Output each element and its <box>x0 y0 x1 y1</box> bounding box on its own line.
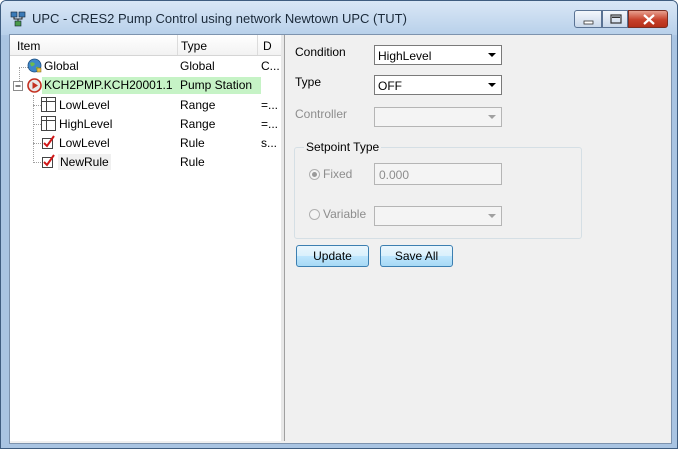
controller-dropdown[interactable] <box>374 107 502 127</box>
tree-type-label: Pump Station <box>176 77 261 94</box>
panel-splitter[interactable] <box>281 35 285 441</box>
setpoint-type-title: Setpoint Type <box>304 140 382 154</box>
tree-row-pump-station[interactable]: KCH2PMP.KCH20001.1 Pump Station <box>10 77 281 96</box>
app-window: UPC - CRES2 Pump Control using network N… <box>0 0 678 449</box>
variable-dropdown[interactable] <box>374 206 502 226</box>
dropdown-arrow-icon <box>488 115 496 119</box>
tree-detail-label: =... <box>261 98 279 112</box>
minimize-button[interactable] <box>574 10 602 28</box>
tree-detail-label: s... <box>261 136 278 150</box>
column-header-item[interactable]: Item <box>17 39 40 53</box>
column-separator[interactable] <box>257 35 258 55</box>
range-table-icon <box>41 116 56 131</box>
tree-item-label: HighLevel <box>59 117 113 131</box>
title-bar[interactable]: UPC - CRES2 Pump Control using network N… <box>1 1 677 35</box>
fixed-radio[interactable] <box>309 169 320 180</box>
tree-row-global[interactable]: Global Global C... <box>10 57 281 76</box>
pump-station-icon <box>27 78 42 93</box>
maximize-button[interactable] <box>602 10 628 28</box>
tree-item-label: LowLevel <box>59 98 110 112</box>
update-button[interactable]: Update <box>296 245 369 267</box>
variable-label: Variable <box>323 207 367 221</box>
save-all-button[interactable]: Save All <box>380 245 453 267</box>
network-app-icon <box>10 11 26 27</box>
tree-type-label: Global <box>180 59 215 73</box>
tree-type-label: Range <box>180 117 216 131</box>
radio-selected-dot <box>312 172 317 177</box>
fixed-value-input[interactable]: 0.000 <box>374 163 502 185</box>
fixed-value: 0.000 <box>379 168 410 182</box>
dropdown-arrow-icon <box>488 83 496 87</box>
tree-header: Item Type D <box>10 35 281 56</box>
tree-item-label: LowLevel <box>59 136 110 150</box>
close-icon <box>643 14 655 25</box>
controller-label: Controller <box>295 107 348 121</box>
type-label: Type <box>295 75 322 89</box>
tree-detail-label: C... <box>261 59 280 73</box>
variable-radio[interactable] <box>309 209 320 220</box>
type-dropdown[interactable]: OFF <box>374 75 502 95</box>
range-table-icon <box>41 97 56 112</box>
dropdown-arrow-icon <box>488 214 496 218</box>
tree-row-range-lowlevel[interactable]: LowLevel Range =... <box>10 96 281 115</box>
dropdown-arrow-icon <box>488 53 496 57</box>
tree-detail-label: =... <box>261 117 279 131</box>
tree-type-label: Rule <box>180 155 205 169</box>
tree-row-range-highlevel[interactable]: HighLevel Range =... <box>10 115 281 134</box>
setpoint-type-group: Setpoint Type Fixed 0.000 Variable <box>294 140 582 239</box>
client-area: Item Type D Global Global C... KCH2PMP.K… <box>9 34 672 444</box>
minimize-icon <box>583 20 594 25</box>
tree-type-label: Rule <box>180 136 205 150</box>
globe-icon <box>27 58 42 73</box>
tree-item-label: Global <box>44 59 79 73</box>
tree-type-label: Range <box>180 98 216 112</box>
type-value: OFF <box>378 79 402 93</box>
window-title: UPC - CRES2 Pump Control using network N… <box>32 11 407 26</box>
maximize-icon <box>610 14 622 24</box>
tree-row-rule-lowlevel[interactable]: LowLevel Rule s... <box>10 134 281 153</box>
rules-tree[interactable]: Item Type D Global Global C... KCH2PMP.K… <box>10 35 282 441</box>
tree-item-label: NewRule <box>58 154 111 170</box>
rule-check-icon <box>42 135 55 149</box>
fixed-label: Fixed <box>323 167 353 181</box>
column-separator[interactable] <box>177 35 178 55</box>
rule-check-icon <box>42 154 55 168</box>
condition-label: Condition <box>295 45 346 59</box>
condition-dropdown[interactable]: HighLevel <box>374 45 502 65</box>
column-header-detail[interactable]: D <box>263 39 272 53</box>
tree-item-label: KCH2PMP.KCH20001.1 <box>42 77 180 94</box>
condition-value: HighLevel <box>378 49 432 63</box>
tree-row-rule-newrule[interactable]: NewRule Rule <box>10 153 281 172</box>
close-button[interactable] <box>628 10 668 28</box>
collapse-icon[interactable] <box>13 81 24 92</box>
column-header-type[interactable]: Type <box>181 39 207 53</box>
